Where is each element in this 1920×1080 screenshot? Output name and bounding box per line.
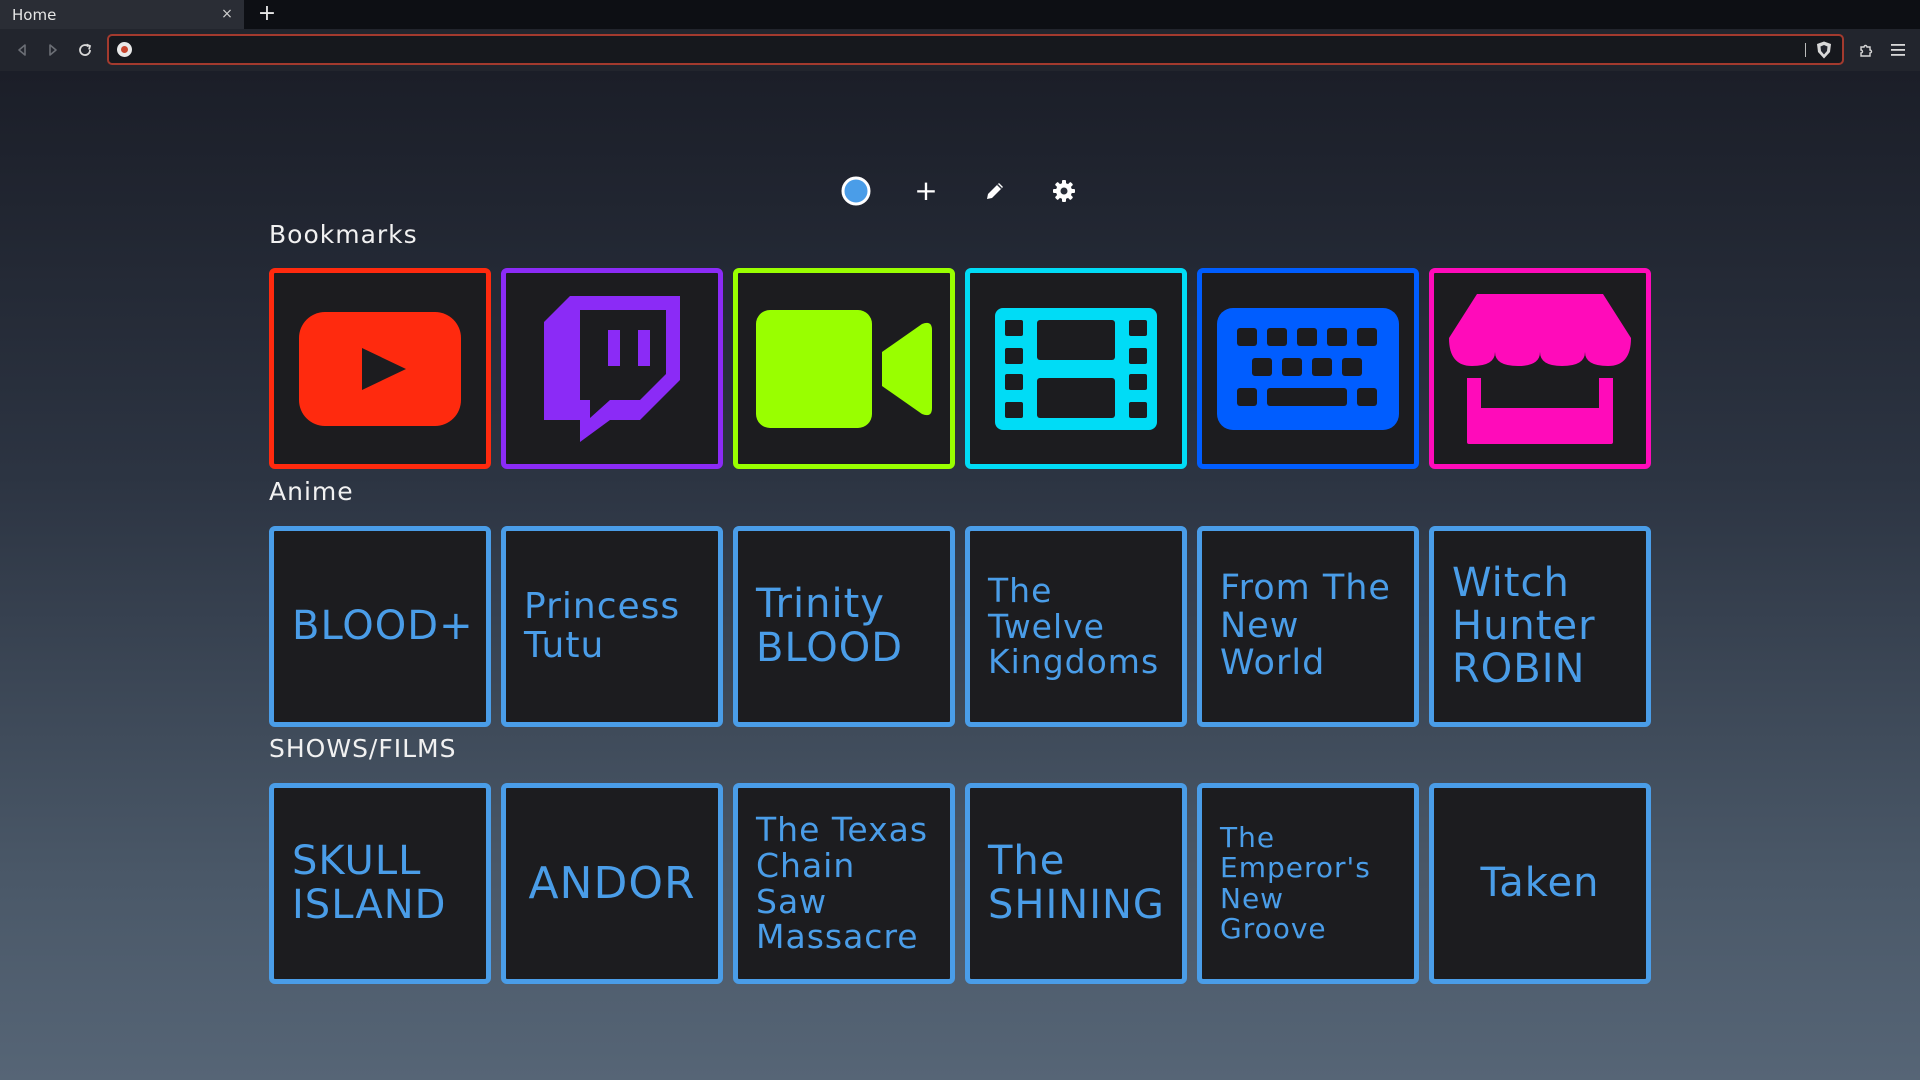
start-page: + Bookmarks Anime BLOOD+ Princess Tutu T… (0, 71, 1920, 1080)
anime-tile[interactable]: From The New World (1197, 526, 1419, 727)
section-title-anime: Anime (269, 477, 354, 506)
reload-icon (79, 43, 92, 56)
tab-bar: Home × + (0, 0, 1920, 29)
address-bar[interactable] (107, 34, 1844, 65)
show-tile[interactable]: Taken (1429, 783, 1651, 984)
bookmark-keyboard[interactable] (1197, 268, 1419, 469)
show-tile[interactable]: The Emperor's New Groove (1197, 783, 1419, 984)
back-arrow-icon (18, 44, 26, 56)
section-title-bookmarks: Bookmarks (269, 220, 418, 249)
anime-tile[interactable]: Princess Tutu (501, 526, 723, 727)
anime-tile[interactable]: Trinity BLOOD (733, 526, 955, 727)
show-tile[interactable]: SKULL ISLAND (269, 783, 491, 984)
pencil-icon (987, 183, 1003, 199)
edit-button[interactable] (977, 173, 1013, 209)
tile-label: SKULL ISLAND (292, 838, 447, 928)
bookmark-youtube[interactable] (269, 268, 491, 469)
theme-button[interactable] (838, 173, 874, 209)
anime-tile[interactable]: The Twelve Kingdoms (965, 526, 1187, 727)
bookmark-movies[interactable] (965, 268, 1187, 469)
anime-tile[interactable]: BLOOD+ (269, 526, 491, 727)
puzzle-icon (1860, 44, 1873, 57)
keyboard-icon (1217, 307, 1399, 430)
url-input[interactable] (139, 39, 1779, 60)
show-tile[interactable]: The Texas Chain Saw Massacre (733, 783, 955, 984)
hamburger-menu-icon (1891, 44, 1905, 56)
add-button[interactable]: + (908, 173, 944, 209)
tile-label: Taken (1480, 859, 1600, 906)
reload-button[interactable] (74, 39, 96, 61)
storefront-icon (1449, 293, 1631, 444)
tile-label: Trinity BLOOD (756, 581, 904, 671)
tile-label: Witch Hunter ROBIN (1452, 559, 1596, 693)
tile-label: BLOOD+ (292, 602, 474, 649)
forward-button[interactable] (42, 39, 64, 61)
tile-label: ANDOR (528, 857, 696, 909)
section-title-shows: SHOWS/FILMS (269, 734, 457, 763)
gear-icon (1053, 180, 1075, 202)
new-tab-button[interactable]: + (255, 2, 279, 26)
tile-label: From The New World (1220, 567, 1391, 684)
tab-title: Home (12, 5, 57, 24)
anime-tile[interactable]: Witch Hunter ROBIN (1429, 526, 1651, 727)
extensions-button[interactable] (1855, 39, 1877, 61)
menu-button[interactable] (1887, 39, 1909, 61)
theme-circle-icon (841, 176, 871, 206)
tile-label: The Texas Chain Saw Massacre (756, 810, 929, 957)
show-tile[interactable]: ANDOR (501, 783, 723, 984)
bookmark-store[interactable] (1429, 268, 1651, 469)
tile-label: The SHINING (988, 838, 1165, 928)
settings-button[interactable] (1046, 173, 1082, 209)
tab-home[interactable]: Home × (0, 0, 244, 29)
tile-label: The Twelve Kingdoms (988, 571, 1160, 682)
page-controls: + (0, 173, 1920, 209)
film-icon (995, 307, 1157, 430)
show-tile[interactable]: The SHINING (965, 783, 1187, 984)
twitch-icon (544, 295, 680, 442)
bookmark-twitch[interactable] (501, 268, 723, 469)
bookmark-video[interactable] (733, 268, 955, 469)
browser-toolbar (0, 29, 1920, 71)
site-info-icon[interactable] (117, 42, 132, 57)
tile-label: The Emperor's New Groove (1220, 821, 1371, 945)
forward-arrow-icon (49, 44, 57, 56)
urlbar-divider (1805, 43, 1806, 57)
tab-close-icon[interactable]: × (218, 5, 236, 23)
back-button[interactable] (11, 39, 33, 61)
tile-label: Princess Tutu (524, 585, 681, 666)
youtube-icon (299, 311, 461, 426)
plus-icon: + (914, 174, 938, 207)
video-camera-icon (756, 309, 932, 428)
brave-shield-icon[interactable] (1816, 41, 1832, 59)
